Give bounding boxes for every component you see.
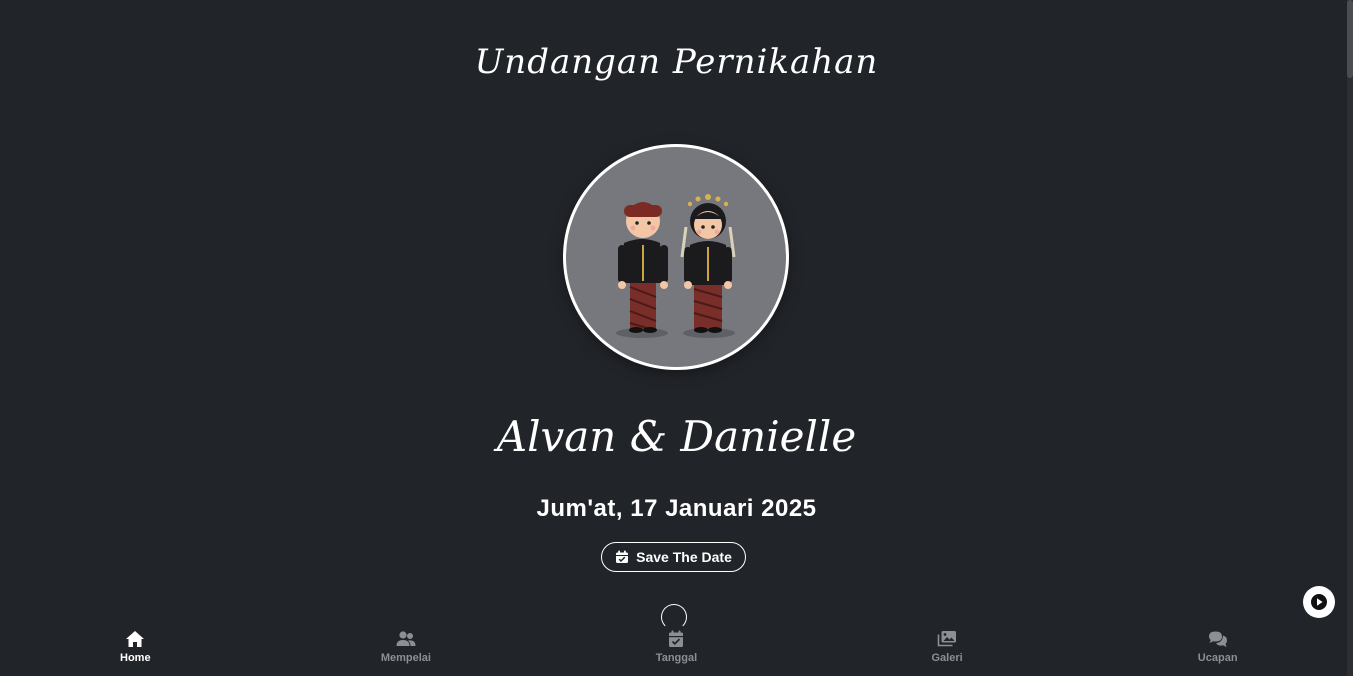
nav-item-ucapan[interactable]: Ucapan: [1082, 624, 1353, 676]
nav-label-galeri: Galeri: [931, 652, 963, 664]
page-scrollbar[interactable]: [1347, 0, 1353, 676]
invitation-page: Undangan Pernikahan Alvan & Danielle Jum…: [0, 0, 1353, 676]
calendar-check-icon: [666, 630, 686, 648]
save-the-date-button[interactable]: Save The Date: [601, 542, 746, 572]
nav-item-home[interactable]: Home: [0, 624, 271, 676]
wedding-date: Jum'at, 17 Januari 2025: [536, 495, 817, 522]
users-icon: [396, 630, 416, 648]
groom-figure: [618, 202, 668, 333]
home-icon: [125, 630, 145, 648]
nav-label-mempelai: Mempelai: [380, 652, 431, 664]
couple-illustration: [616, 194, 736, 338]
scrollbar-thumb[interactable]: [1347, 0, 1353, 78]
couple-names: Alvan & Danielle: [496, 412, 857, 461]
comments-icon: [1208, 630, 1228, 648]
nav-label-home: Home: [120, 652, 151, 664]
music-play-button[interactable]: [1303, 586, 1335, 618]
nav-item-galeri[interactable]: Galeri: [812, 624, 1083, 676]
calendar-check-icon: [615, 550, 629, 564]
invitation-title: Undangan Pernikahan: [474, 42, 879, 82]
play-icon: [1310, 593, 1328, 611]
nav-label-tanggal: Tanggal: [655, 652, 698, 664]
images-icon: [937, 630, 957, 648]
nav-item-tanggal[interactable]: Tanggal: [541, 624, 812, 676]
save-the-date-label: Save The Date: [636, 549, 732, 565]
nav-item-mempelai[interactable]: Mempelai: [271, 624, 542, 676]
couple-photo: [563, 144, 789, 370]
nav-label-ucapan: Ucapan: [1197, 652, 1238, 664]
bottom-navigation: Home Mempelai Tanggal Galeri Ucapan: [0, 624, 1353, 676]
bride-figure: [680, 194, 736, 333]
